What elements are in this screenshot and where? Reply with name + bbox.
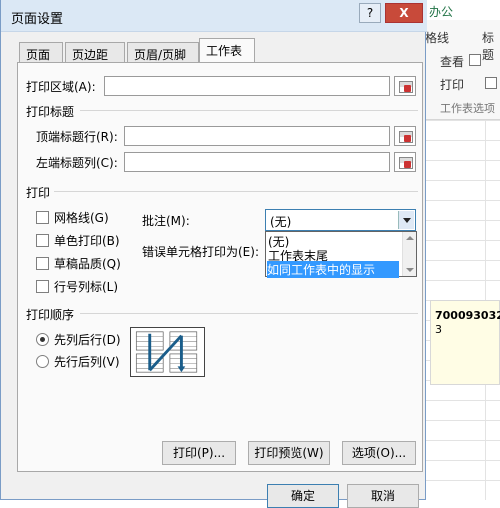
- tab-page[interactable]: 页面: [19, 42, 63, 64]
- over-then-down-radio[interactable]: [36, 355, 49, 368]
- down-then-over-label: 先列后行(D): [54, 333, 121, 347]
- ribbon-label-headings: 标题: [482, 31, 495, 62]
- tab-sheet[interactable]: 工作表: [199, 38, 255, 64]
- down-then-over-radio[interactable]: [36, 333, 49, 346]
- print-titles-heading: 打印标题: [26, 105, 75, 119]
- row-col-headings-label: 行号列标(L): [54, 280, 119, 294]
- left-cols-label: 左端标题列(C):: [36, 156, 118, 170]
- cancel-button[interactable]: 取消: [347, 484, 419, 508]
- ribbon-label-view: 查看: [440, 55, 465, 69]
- page-order-preview-icon: [130, 327, 205, 377]
- highlighted-cell[interactable]: 700093032 3: [430, 300, 500, 385]
- help-button[interactable]: ?: [359, 3, 381, 23]
- top-rows-label: 顶端标题行(R):: [36, 130, 118, 144]
- black-white-checkbox[interactable]: [36, 234, 49, 247]
- comments-select-value: (无): [270, 215, 292, 229]
- print-area-input[interactable]: [104, 76, 390, 96]
- tab-header-footer[interactable]: 页眉/页脚: [127, 42, 199, 64]
- left-cols-picker-icon[interactable]: [394, 152, 416, 172]
- black-white-label: 单色打印(B): [54, 234, 120, 248]
- draft-quality-checkbox[interactable]: [36, 257, 49, 270]
- ok-button[interactable]: 确定: [267, 484, 339, 508]
- left-cols-input[interactable]: [124, 152, 390, 172]
- print-area-picker-icon[interactable]: [394, 76, 416, 96]
- page-order-heading: 打印顺序: [26, 308, 75, 322]
- top-rows-input[interactable]: [124, 126, 390, 146]
- print-area-label: 打印区域(A):: [26, 80, 96, 94]
- ribbon-group-label: 工作表选项: [440, 102, 495, 115]
- draft-quality-label: 草稿品质(Q): [54, 257, 121, 271]
- row-col-headings-checkbox[interactable]: [36, 280, 49, 293]
- gridlines-checkbox[interactable]: [36, 211, 49, 224]
- dropdown-scrollbar[interactable]: [402, 232, 416, 276]
- cell-value-2: 3: [435, 323, 442, 336]
- divider: [54, 191, 418, 192]
- sheet-panel: 打印区域(A): 打印标题 顶端标题行(R): 左端标题列(C): 打印 网格线…: [17, 62, 423, 472]
- scroll-up-icon[interactable]: [406, 236, 414, 240]
- gridlines-label: 网格线(G): [54, 211, 109, 225]
- comments-label: 批注(M):: [142, 214, 190, 228]
- cell-value: 700093032: [435, 309, 500, 322]
- ribbon-label-gridlines: 格线: [425, 31, 450, 45]
- page-setup-dialog: 页面设置 ? X 页面 页边距 页眉/页脚 工作表 打印区域(A): 打印标题 …: [0, 0, 427, 508]
- over-then-down-label: 先行后列(V): [54, 355, 120, 369]
- comments-dropdown-list: (无) 工作表末尾 如同工作表中的显示: [265, 231, 417, 278]
- ribbon-tab[interactable]: 办公: [425, 0, 500, 20]
- top-rows-picker-icon[interactable]: [394, 126, 416, 146]
- ribbon-label-print: 打印: [440, 78, 465, 92]
- tab-margins[interactable]: 页边距: [65, 42, 125, 64]
- close-button[interactable]: X: [385, 3, 423, 23]
- ribbon-checkbox[interactable]: [469, 54, 481, 66]
- dropdown-option-selected[interactable]: 如同工作表中的显示: [267, 261, 399, 278]
- options-button[interactable]: 选项(O)...: [342, 441, 416, 465]
- comments-select[interactable]: (无): [265, 209, 416, 231]
- dialog-title: 页面设置: [11, 12, 64, 27]
- print-heading: 打印: [26, 186, 51, 200]
- ribbon-checkbox[interactable]: [485, 77, 497, 89]
- print-preview-button[interactable]: 打印预览(W): [248, 441, 330, 465]
- scroll-down-icon[interactable]: [406, 268, 414, 272]
- divider: [80, 110, 418, 111]
- cell-errors-label: 错误单元格打印为(E):: [142, 245, 259, 259]
- chevron-down-icon[interactable]: [398, 211, 414, 229]
- dialog-titlebar: 页面设置 ? X: [1, 0, 427, 32]
- divider: [80, 313, 418, 314]
- print-button[interactable]: 打印(P)...: [162, 441, 236, 465]
